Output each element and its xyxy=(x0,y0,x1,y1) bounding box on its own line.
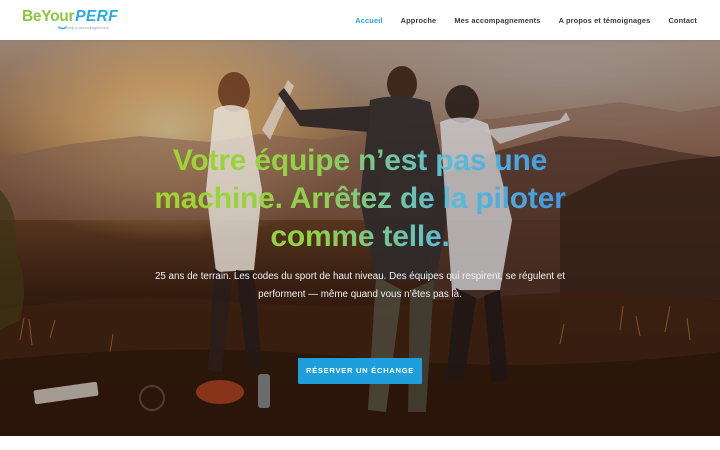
logo-your-text: Your xyxy=(41,8,75,25)
hero-title: Votre équipe n’est pas une machine. Arrê… xyxy=(140,142,580,256)
logo-be-text: Be xyxy=(22,8,42,25)
logo-swoosh-icon xyxy=(58,26,67,30)
hero-section: Votre équipe n’est pas une machine. Arrê… xyxy=(0,40,720,436)
main-nav: Accueil Approche Mes accompagnements A p… xyxy=(337,0,697,40)
site-header: Be Your PERF Coaching & accompagnement A… xyxy=(0,0,720,40)
hero-description: 25 ans de terrain. Les codes du sport de… xyxy=(154,271,566,300)
reserve-exchange-button[interactable]: RÉSERVER UN ÉCHANGE xyxy=(298,358,422,384)
logo-perf-text: PERF xyxy=(75,8,119,25)
nav-item-accompagnements[interactable]: Mes accompagnements xyxy=(454,16,540,25)
logo[interactable]: Be Your PERF Coaching & accompagnement xyxy=(22,9,122,35)
nav-item-contact[interactable]: Contact xyxy=(668,16,697,25)
page-bottom-strip xyxy=(0,436,720,450)
logo-wordmark: Be Your PERF xyxy=(22,9,122,25)
nav-item-approche[interactable]: Approche xyxy=(401,16,437,25)
nav-item-a-propos[interactable]: A propos et témoignages xyxy=(559,16,651,25)
hero-content: Votre équipe n’est pas une machine. Arrê… xyxy=(0,40,720,436)
nav-item-accueil[interactable]: Accueil xyxy=(355,16,382,25)
logo-tagline: Coaching & accompagnement xyxy=(58,25,109,30)
